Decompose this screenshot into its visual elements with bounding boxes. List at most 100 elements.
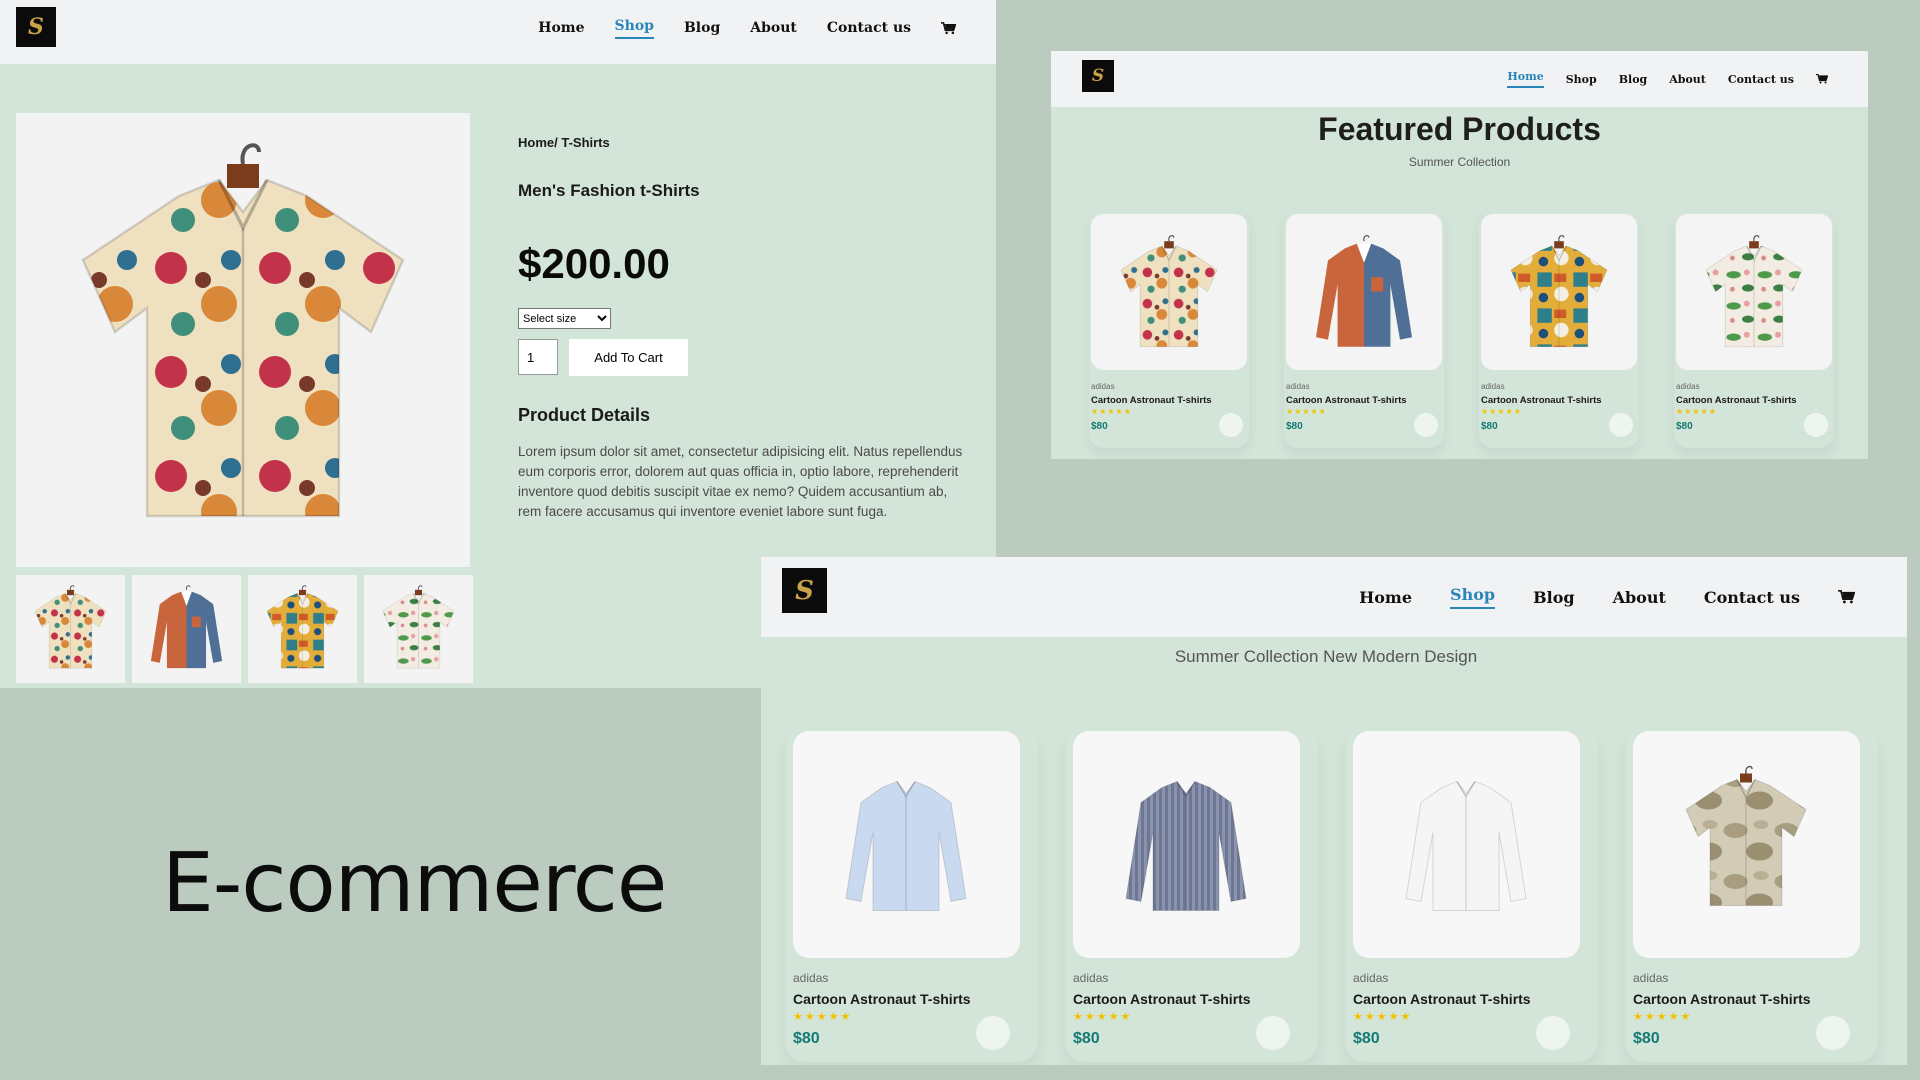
product-card[interactable]: adidas Cartoon Astronaut T-shirts ★★★★★ … bbox=[1479, 211, 1639, 448]
nav-contact[interactable]: Contact us bbox=[1728, 73, 1794, 86]
product-brand: adidas bbox=[1633, 971, 1669, 985]
product-card[interactable]: adidas Cartoon Astronaut T-shirts ★★★★★ … bbox=[785, 727, 1038, 1062]
featured-product-grid: adidas Cartoon Astronaut T-shirts ★★★★★ … bbox=[1089, 211, 1834, 448]
nav-shop[interactable]: Shop bbox=[615, 18, 654, 39]
shop-product-grid: adidas Cartoon Astronaut T-shirts ★★★★★ … bbox=[785, 727, 1878, 1062]
star-rating-icon: ★★★★★ bbox=[1633, 1011, 1693, 1023]
size-select[interactable]: Select size bbox=[518, 308, 611, 329]
product-name: Cartoon Astronaut T-shirts bbox=[1091, 395, 1212, 406]
nav-blog[interactable]: Blog bbox=[684, 20, 720, 36]
shop-panel: S Home Shop Blog About Contact us Summer… bbox=[761, 557, 1907, 1065]
add-to-cart-button[interactable] bbox=[1609, 413, 1633, 437]
nav-menu: Home Shop Blog About Contact us bbox=[1507, 51, 1828, 107]
nav-home[interactable]: Home bbox=[1507, 70, 1543, 88]
product-brand: adidas bbox=[1073, 971, 1109, 985]
product-name: Cartoon Astronaut T-shirts bbox=[793, 991, 971, 1007]
shopping-cart-icon[interactable] bbox=[941, 21, 956, 35]
product-name: Cartoon Astronaut T-shirts bbox=[1676, 395, 1797, 406]
product-image bbox=[1676, 214, 1832, 370]
nav-blog[interactable]: Blog bbox=[1619, 73, 1648, 86]
nav-home[interactable]: Home bbox=[1359, 588, 1412, 607]
star-rating-icon: ★★★★★ bbox=[1353, 1011, 1413, 1023]
product-image bbox=[1073, 731, 1300, 958]
product-price: $80 bbox=[1481, 421, 1498, 432]
product-main-image bbox=[16, 113, 470, 567]
add-to-cart-button[interactable] bbox=[1219, 413, 1243, 437]
featured-products-panel: S Home Shop Blog About Contact us Featur… bbox=[1051, 51, 1868, 459]
section-title: Featured Products bbox=[1318, 111, 1601, 147]
product-card[interactable]: adidas Cartoon Astronaut T-shirts ★★★★★ … bbox=[1089, 211, 1249, 448]
shopping-cart-icon[interactable] bbox=[1816, 74, 1828, 84]
product-card[interactable]: adidas Cartoon Astronaut T-shirts ★★★★★ … bbox=[1674, 211, 1834, 448]
product-title: Men's Fashion t-Shirts bbox=[518, 181, 700, 200]
thumbnail[interactable] bbox=[248, 575, 357, 683]
thumbnail[interactable] bbox=[364, 575, 473, 683]
product-price: $80 bbox=[1286, 421, 1303, 432]
product-name: Cartoon Astronaut T-shirts bbox=[1353, 991, 1531, 1007]
nav-contact[interactable]: Contact us bbox=[827, 20, 911, 36]
product-card[interactable]: adidas Cartoon Astronaut T-shirts ★★★★★ … bbox=[1065, 727, 1318, 1062]
navbar: S Home Shop Blog About Contact us bbox=[1051, 51, 1868, 107]
product-name: Cartoon Astronaut T-shirts bbox=[1481, 395, 1602, 406]
add-to-cart-button[interactable] bbox=[1414, 413, 1438, 437]
product-details-heading: Product Details bbox=[518, 405, 651, 425]
section-subtitle: Summer Collection bbox=[1408, 155, 1511, 169]
product-name: Cartoon Astronaut T-shirts bbox=[1286, 395, 1407, 406]
product-card[interactable]: adidas Cartoon Astronaut T-shirts ★★★★★ … bbox=[1284, 211, 1444, 448]
nav-shop[interactable]: Shop bbox=[1566, 73, 1597, 86]
product-image bbox=[793, 731, 1020, 958]
add-to-cart-button[interactable] bbox=[1804, 413, 1828, 437]
product-name: Cartoon Astronaut T-shirts bbox=[1073, 991, 1251, 1007]
nav-about[interactable]: About bbox=[1613, 588, 1666, 607]
brand-logo[interactable]: S bbox=[16, 7, 56, 47]
thumbnail[interactable] bbox=[132, 575, 241, 683]
add-to-cart-button[interactable] bbox=[1816, 1016, 1850, 1050]
product-price: $80 bbox=[1633, 1030, 1660, 1047]
add-to-cart-button[interactable] bbox=[976, 1016, 1010, 1050]
product-price: $80 bbox=[793, 1030, 820, 1047]
product-brand: adidas bbox=[793, 971, 829, 985]
product-image bbox=[1286, 214, 1442, 370]
star-rating-icon: ★★★★★ bbox=[793, 1011, 853, 1023]
nav-blog[interactable]: Blog bbox=[1533, 588, 1574, 607]
quantity-input[interactable] bbox=[518, 339, 558, 375]
product-image bbox=[1091, 214, 1247, 370]
nav-contact[interactable]: Contact us bbox=[1704, 588, 1800, 607]
product-card[interactable]: adidas Cartoon Astronaut T-shirts ★★★★★ … bbox=[1625, 727, 1878, 1062]
breadcrumb: Home/ T-Shirts bbox=[518, 135, 610, 150]
nav-shop[interactable]: Shop bbox=[1450, 585, 1495, 609]
add-to-cart-button[interactable]: Add To Cart bbox=[569, 339, 688, 376]
navbar: S Home Shop Blog About Contact us bbox=[761, 557, 1907, 637]
star-rating-icon: ★★★★★ bbox=[1091, 407, 1132, 416]
brand-logo[interactable]: S bbox=[782, 568, 827, 613]
add-to-cart-button[interactable] bbox=[1256, 1016, 1290, 1050]
product-brand: adidas bbox=[1286, 382, 1310, 391]
nav-about[interactable]: About bbox=[1669, 73, 1706, 86]
product-price: $200.00 bbox=[518, 240, 670, 287]
add-to-cart-button[interactable] bbox=[1536, 1016, 1570, 1050]
shopping-cart-icon[interactable] bbox=[1838, 590, 1855, 604]
product-description: Lorem ipsum dolor sit amet, consectetur … bbox=[518, 444, 963, 519]
nav-home[interactable]: Home bbox=[538, 20, 584, 36]
brand-logo[interactable]: S bbox=[1082, 60, 1114, 92]
product-price: $80 bbox=[1676, 421, 1693, 432]
product-image bbox=[1353, 731, 1580, 958]
product-brand: adidas bbox=[1353, 971, 1389, 985]
product-name: Cartoon Astronaut T-shirts bbox=[1633, 991, 1811, 1007]
star-rating-icon: ★★★★★ bbox=[1481, 407, 1522, 416]
navbar: S Home Shop Blog About Contact us bbox=[0, 0, 996, 64]
star-rating-icon: ★★★★★ bbox=[1073, 1011, 1133, 1023]
hero-title: E-commerce bbox=[162, 836, 667, 931]
nav-about[interactable]: About bbox=[750, 20, 797, 36]
star-rating-icon: ★★★★★ bbox=[1676, 407, 1717, 416]
product-brand: adidas bbox=[1676, 382, 1700, 391]
section-subtitle: Summer Collection New Modern Design bbox=[1174, 647, 1478, 666]
thumbnail[interactable] bbox=[16, 575, 125, 683]
product-brand: adidas bbox=[1481, 382, 1505, 391]
nav-menu: Home Shop Blog About Contact us bbox=[538, 0, 956, 56]
product-price: $80 bbox=[1353, 1030, 1380, 1047]
product-price: $80 bbox=[1091, 421, 1108, 432]
product-card[interactable]: adidas Cartoon Astronaut T-shirts ★★★★★ … bbox=[1345, 727, 1598, 1062]
star-rating-icon: ★★★★★ bbox=[1286, 407, 1327, 416]
product-price: $80 bbox=[1073, 1030, 1100, 1047]
